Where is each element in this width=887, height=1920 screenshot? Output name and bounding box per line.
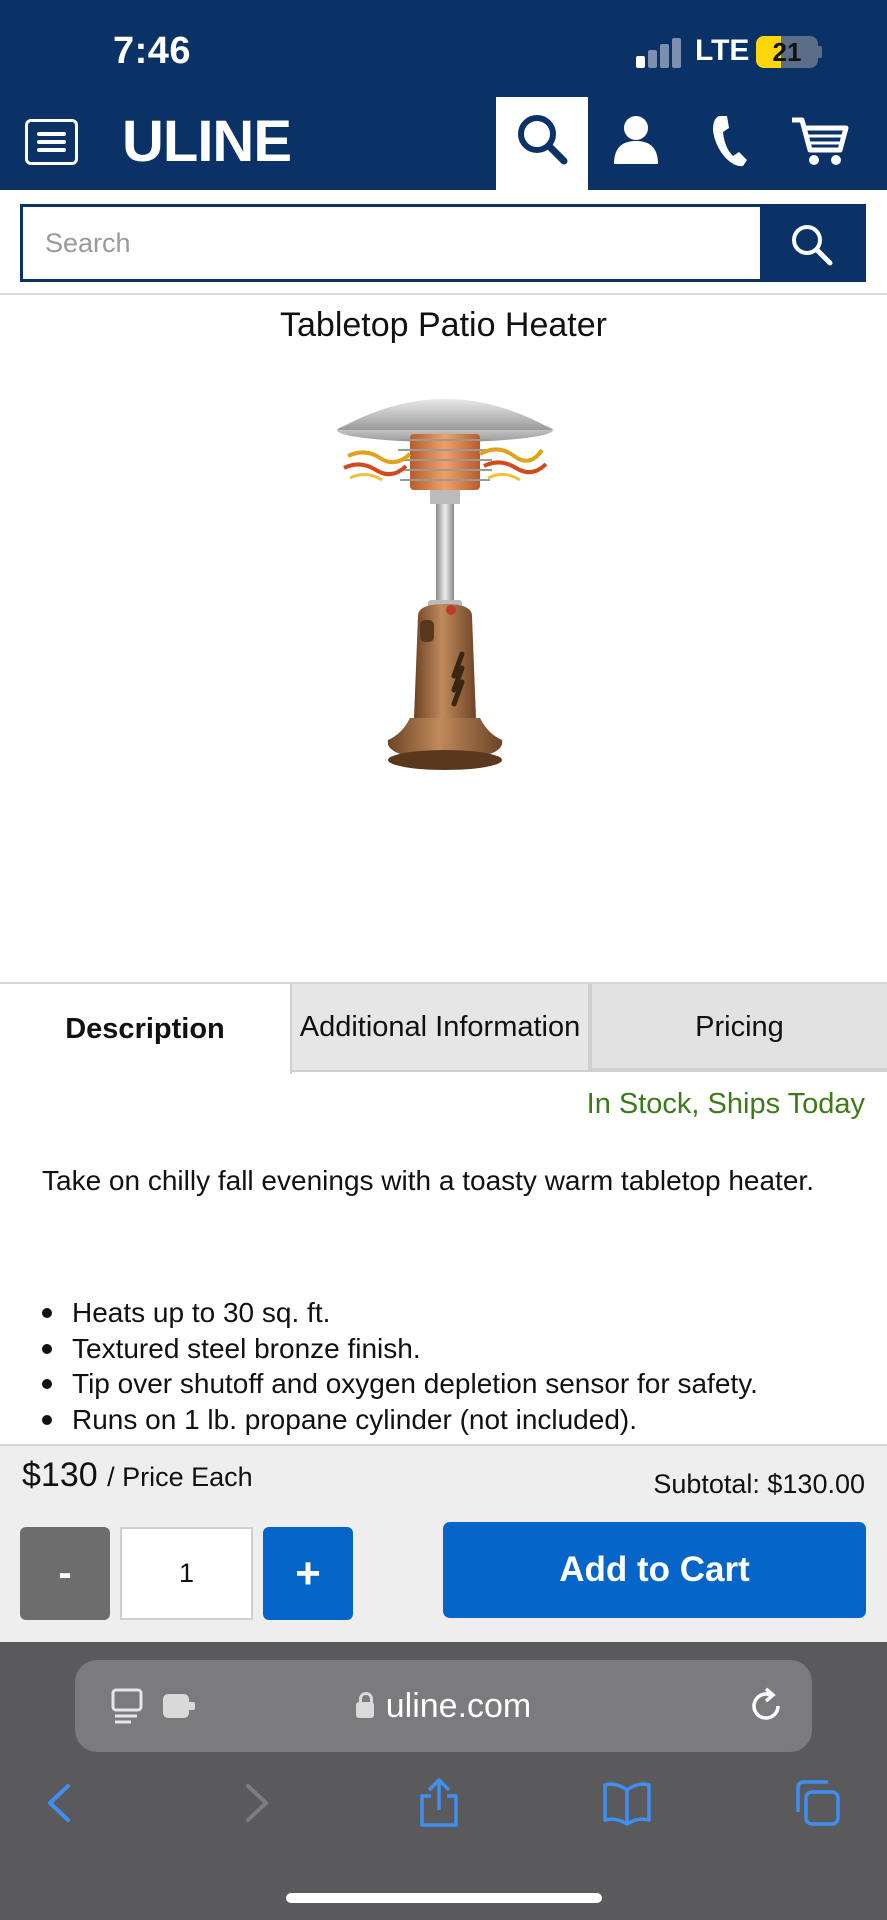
feature-list: Heats up to 30 sq. ft. Textured steel br… [42, 1295, 872, 1437]
price: $130 / Price Each [22, 1456, 253, 1495]
reload-icon[interactable] [746, 1686, 786, 1726]
network-type: LTE [695, 34, 750, 67]
search-input[interactable] [23, 207, 763, 279]
back-icon[interactable] [36, 1778, 86, 1828]
menu-icon-line [37, 148, 66, 152]
subtotal: Subtotal: $130.00 [653, 1469, 865, 1499]
add-to-cart-button[interactable]: Add to Cart [443, 1522, 866, 1618]
list-item: Textured steel bronze finish. [42, 1331, 872, 1367]
forward-icon[interactable] [230, 1778, 280, 1828]
list-item: Runs on 1 lb. propane cylinder (not incl… [42, 1402, 872, 1438]
address-bar[interactable]: uline.com [75, 1660, 812, 1752]
signal-strength-icon [636, 38, 686, 68]
app-header: 7:46 LTE 21 ULINE [0, 0, 887, 190]
tabs-icon[interactable] [792, 1778, 842, 1828]
search-bar [20, 204, 866, 282]
bookmarks-icon[interactable] [602, 1778, 652, 1828]
quantity-increase-button[interactable]: + [263, 1527, 353, 1620]
uline-logo[interactable]: ULINE [122, 108, 292, 175]
tab-additional-information[interactable]: Additional Information [292, 984, 592, 1070]
price-value: $130 [22, 1456, 98, 1494]
description-intro: Take on chilly fall evenings with a toas… [42, 1165, 814, 1196]
home-indicator [286, 1893, 602, 1903]
url-display[interactable]: uline.com [75, 1660, 812, 1752]
search-icon [512, 110, 572, 170]
battery-icon: 21 [756, 36, 818, 68]
tab-description[interactable]: Description [0, 984, 292, 1074]
phone-icon[interactable] [697, 110, 757, 170]
menu-icon-line [37, 140, 66, 144]
status-time: 7:46 [113, 30, 192, 72]
cart-icon[interactable] [790, 110, 850, 170]
product-title: Tabletop Patio Heater [280, 306, 607, 344]
product-image[interactable] [320, 378, 600, 818]
tab-pricing[interactable]: Pricing [592, 984, 887, 1070]
price-unit: / Price Each [107, 1462, 253, 1492]
search-icon [792, 225, 833, 266]
header-search-tab[interactable] [496, 97, 588, 190]
battery-cap [818, 46, 822, 58]
quantity-input[interactable] [120, 1527, 253, 1620]
list-item: Tip over shutoff and oxygen depletion se… [42, 1366, 872, 1402]
menu-button[interactable] [25, 119, 78, 165]
url-text: uline.com [385, 1686, 532, 1725]
quantity-decrease-button[interactable]: - [20, 1527, 110, 1620]
battery-percent: 21 [772, 37, 802, 67]
menu-icon-line [37, 132, 66, 136]
search-button[interactable] [760, 207, 863, 279]
divider [0, 293, 887, 295]
share-icon[interactable] [414, 1778, 464, 1828]
stock-status: In Stock, Ships Today [586, 1088, 865, 1120]
account-icon[interactable] [606, 110, 666, 170]
product-tabs: Description Additional Information Prici… [0, 982, 887, 1074]
lock-icon [355, 1692, 374, 1718]
list-item: Heats up to 30 sq. ft. [42, 1295, 872, 1331]
